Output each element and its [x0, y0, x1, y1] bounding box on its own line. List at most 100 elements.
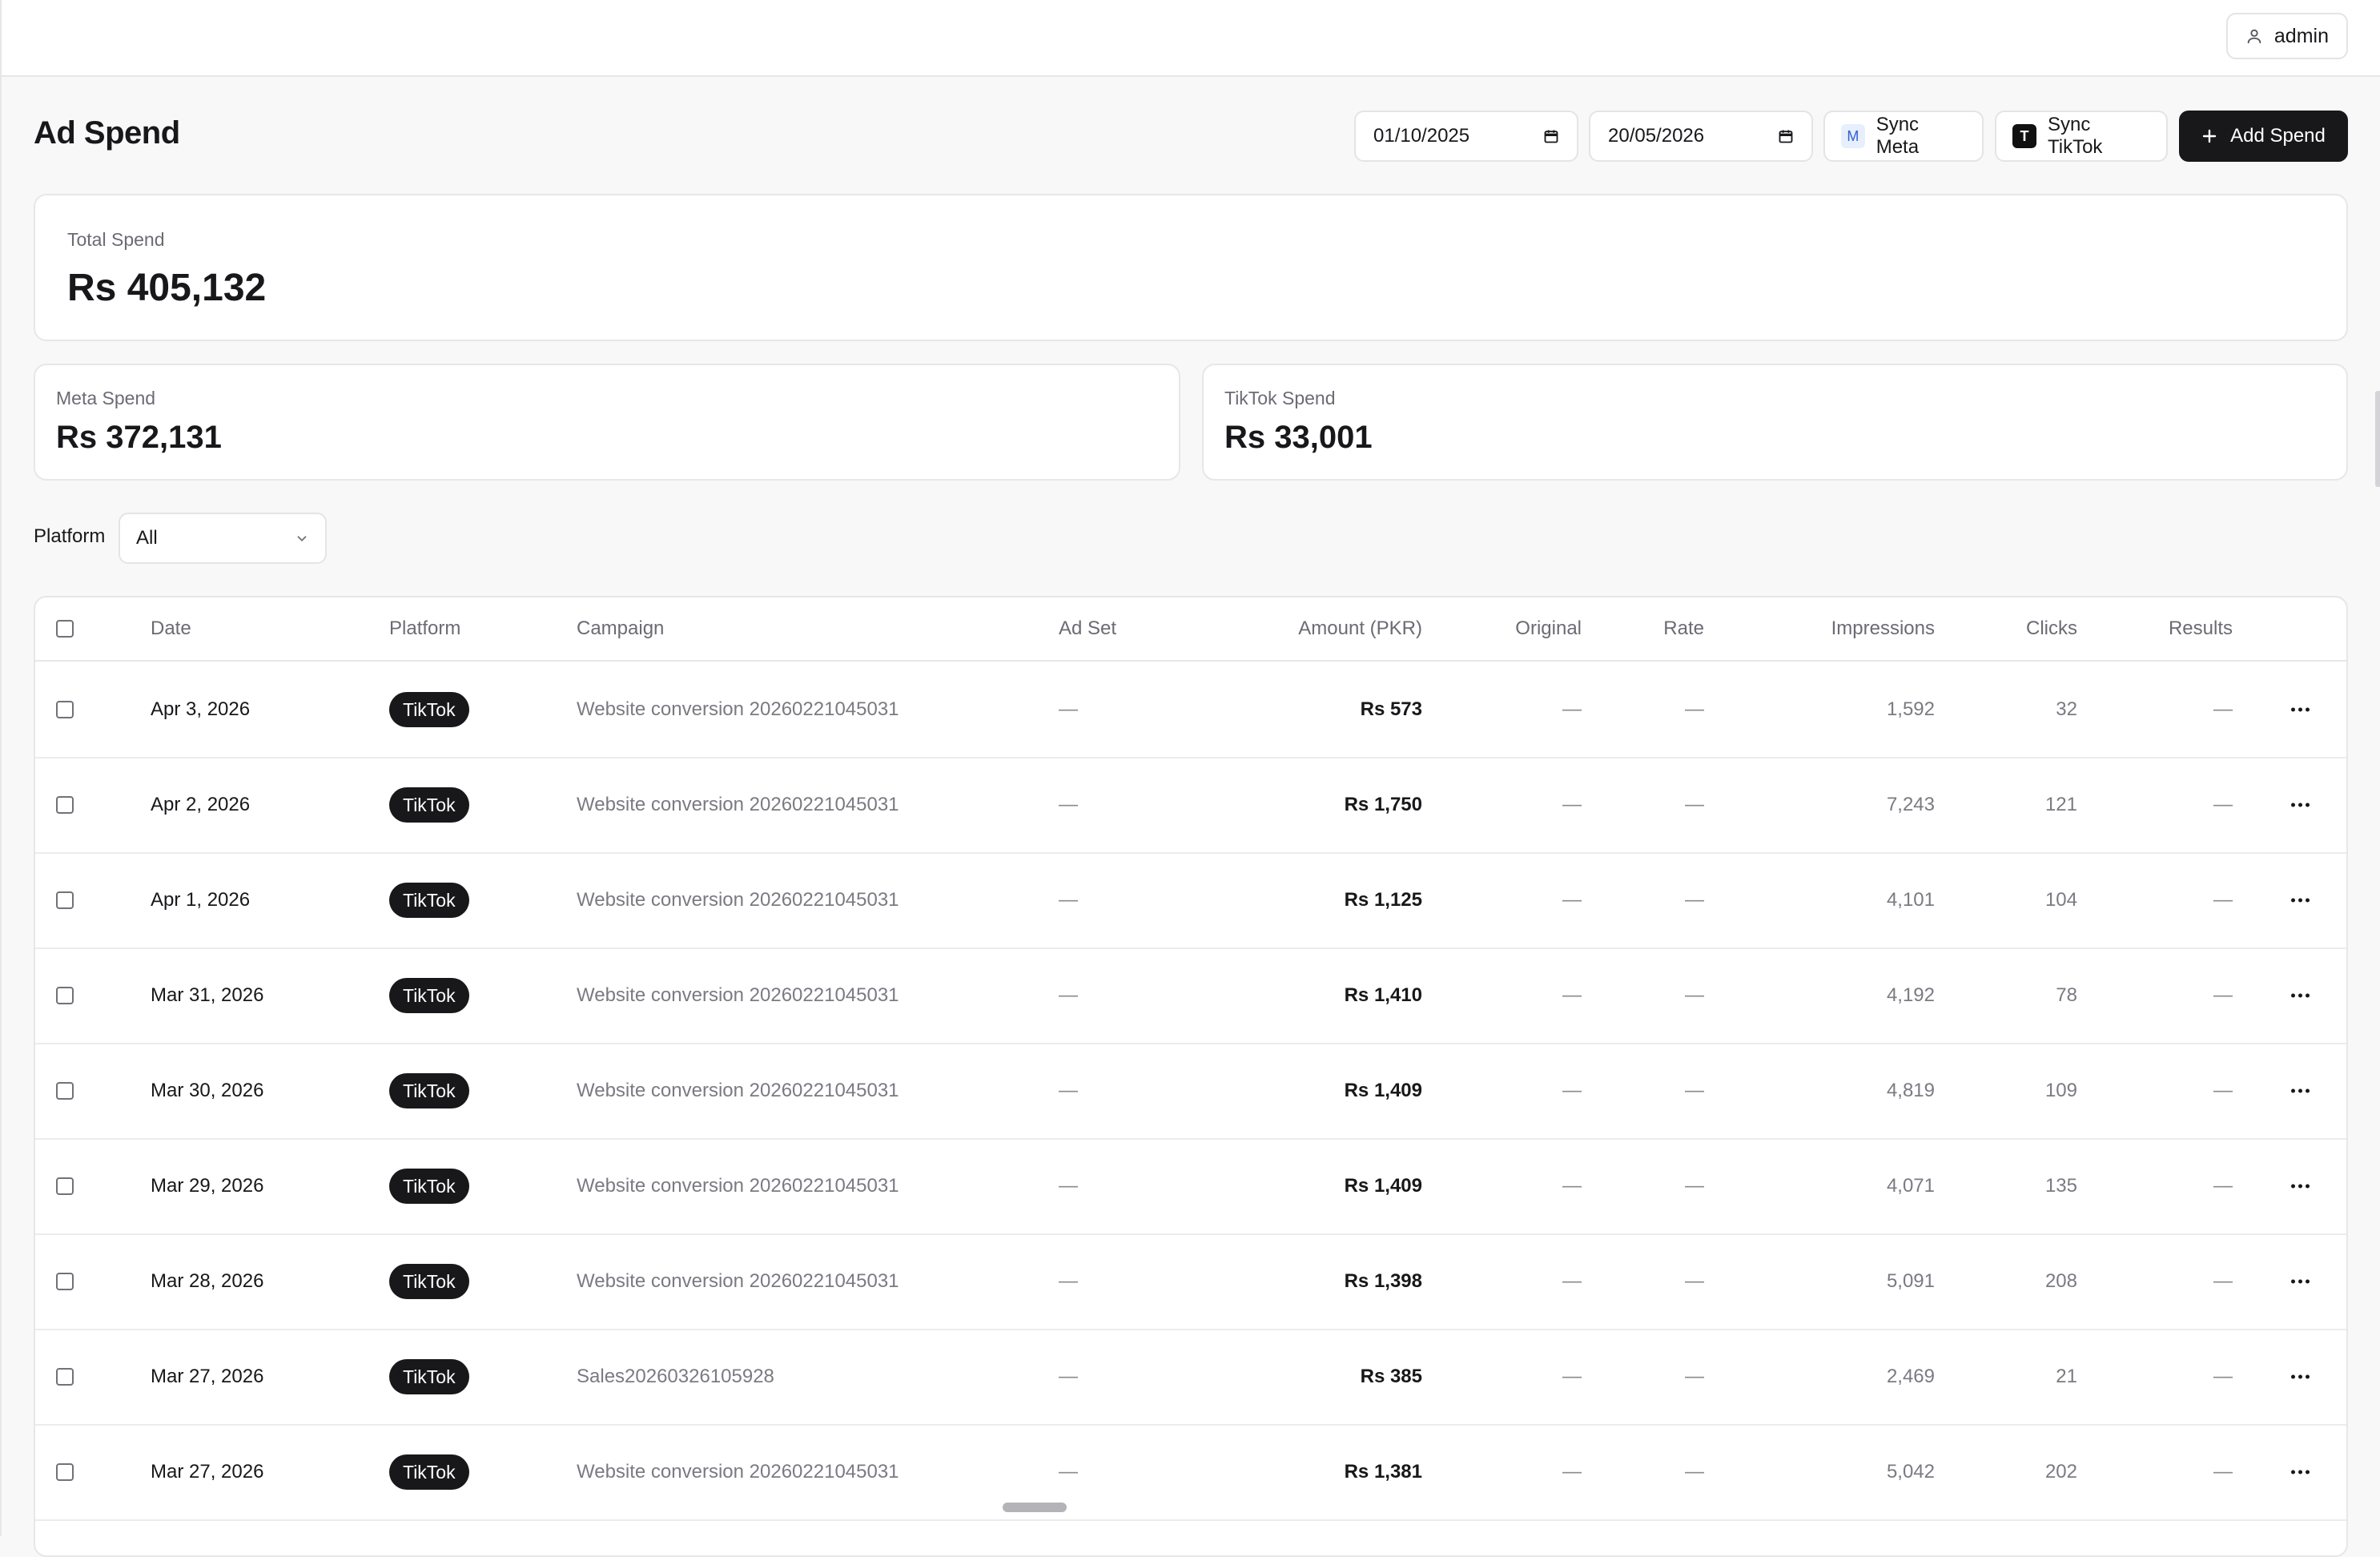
table-row[interactable]: Mar 29, 2026 TikTok Website conversion 202… [35, 1138, 2346, 1235]
row-actions-button[interactable] [2291, 1374, 2310, 1378]
row-actions-button[interactable] [2291, 707, 2310, 711]
checkbox[interactable] [56, 620, 74, 638]
row-actions-button[interactable] [2291, 1088, 2310, 1092]
row-amount: Rs 385 [1360, 1365, 1422, 1387]
checkbox[interactable] [56, 795, 74, 814]
row-actions-button[interactable] [2291, 1279, 2310, 1283]
column-header-amount[interactable]: Amount (PKR) [1298, 618, 1422, 640]
row-date: Apr 1, 2026 [151, 888, 251, 911]
row-clicks: 121 [2044, 793, 2077, 815]
platform-cell: TikTok [389, 1454, 469, 1490]
row-ad-set: — [1059, 793, 1078, 815]
table-row[interactable]: Apr 2, 2026 TikTok Website conversion 2026… [35, 757, 2346, 854]
checkbox[interactable] [56, 1081, 74, 1100]
row-actions-button[interactable] [2291, 898, 2310, 902]
more-horizontal-icon[interactable] [2291, 1184, 2310, 1188]
user-menu-button[interactable]: admin [2225, 13, 2348, 59]
row-checkbox[interactable] [56, 795, 74, 814]
row-results: — [2213, 698, 2233, 720]
row-campaign: Website conversion 20260221045031 [577, 698, 899, 720]
sync-tiktok-button[interactable]: T Sync TikTok [1995, 111, 2168, 162]
table-row[interactable]: Mar 30, 2026 TikTok Website conversion 202… [35, 1043, 2346, 1140]
date-to-input[interactable]: 20/05/2026 [1589, 111, 1813, 162]
column-header-ad-set[interactable]: Ad Set [1059, 618, 1116, 640]
row-original: — [1562, 1460, 1582, 1483]
row-checkbox[interactable] [56, 1462, 74, 1481]
row-checkbox[interactable] [56, 1367, 74, 1386]
row-checkbox[interactable] [56, 1177, 74, 1195]
meta-badge-icon: M [1841, 124, 1865, 148]
meta-spend-value: Rs 372,131 [56, 420, 222, 455]
checkbox[interactable] [56, 700, 74, 718]
row-checkbox[interactable] [56, 700, 74, 718]
row-ad-set: — [1059, 1174, 1078, 1197]
column-header-impressions[interactable]: Impressions [1831, 618, 1935, 640]
checkbox[interactable] [56, 1367, 74, 1386]
column-header-results[interactable]: Results [2169, 618, 2233, 640]
platform-select[interactable]: All [119, 513, 327, 564]
more-horizontal-icon[interactable] [2291, 1470, 2310, 1474]
horizontal-scrollbar[interactable] [1003, 1503, 1067, 1512]
more-horizontal-icon[interactable] [2291, 1374, 2310, 1378]
table-row[interactable]: Mar 27, 2026 TikTok Sales20260326105928 — Rs… [35, 1329, 2346, 1426]
column-header-campaign[interactable]: Campaign [577, 618, 664, 640]
column-header-original[interactable]: Original [1515, 618, 1582, 640]
row-campaign: Website conversion 20260221045031 [577, 1269, 899, 1292]
more-horizontal-icon[interactable] [2291, 803, 2310, 807]
column-header-platform[interactable]: Platform [389, 618, 460, 640]
platform-badge: TikTok [389, 1263, 469, 1299]
column-header-rate[interactable]: Rate [1663, 618, 1704, 640]
table-row[interactable]: Apr 1, 2026 TikTok Website conversion 2026… [35, 852, 2346, 949]
add-spend-button[interactable]: Add Spend [2179, 111, 2348, 162]
column-header-clicks[interactable]: Clicks [2026, 618, 2077, 640]
row-impressions: 5,042 [1886, 1460, 1935, 1483]
checkbox[interactable] [56, 1272, 74, 1290]
row-actions-button[interactable] [2291, 993, 2310, 997]
checkbox[interactable] [56, 1177, 74, 1195]
checkbox[interactable] [56, 891, 74, 909]
more-horizontal-icon[interactable] [2291, 993, 2310, 997]
more-horizontal-icon[interactable] [2291, 898, 2310, 902]
calendar-icon[interactable] [1778, 128, 1794, 144]
platform-badge: TikTok [389, 882, 469, 918]
calendar-icon[interactable] [1543, 128, 1559, 144]
panel-resize-handle[interactable] [2375, 391, 2380, 487]
checkbox[interactable] [56, 986, 74, 1004]
platform-filter-label: Platform [34, 525, 106, 547]
row-checkbox[interactable] [56, 891, 74, 909]
row-actions-button[interactable] [2291, 803, 2310, 807]
row-actions-button[interactable] [2291, 1470, 2310, 1474]
meta-spend-label: Meta Spend [56, 388, 156, 408]
more-horizontal-icon[interactable] [2291, 1088, 2310, 1092]
table-row[interactable]: Apr 3, 2026 TikTok Website conversion 2026… [35, 662, 2346, 758]
tiktok-spend-value: Rs 33,001 [1224, 420, 1373, 455]
sync-meta-button[interactable]: M Sync Meta [1823, 111, 1984, 162]
row-date: Apr 2, 2026 [151, 793, 251, 815]
select-all-checkbox[interactable] [56, 620, 74, 638]
row-ad-set: — [1059, 984, 1078, 1006]
row-checkbox[interactable] [56, 1081, 74, 1100]
row-rate: — [1685, 1269, 1704, 1292]
platform-cell: TikTok [389, 691, 469, 727]
row-checkbox[interactable] [56, 1272, 74, 1290]
checkbox[interactable] [56, 1462, 74, 1481]
spend-table: Date Platform Campaign Ad Set Amount (PK… [34, 596, 2348, 1557]
table-row[interactable]: Mar 31, 2026 TikTok Website conversion 202… [35, 947, 2346, 1044]
table-row[interactable]: Mar 28, 2026 TikTok Website conversion 202… [35, 1233, 2346, 1330]
date-from-input[interactable]: 01/10/2025 [1354, 111, 1578, 162]
platform-cell: TikTok [389, 882, 469, 918]
row-campaign: Website conversion 20260221045031 [577, 984, 899, 1006]
total-spend-card: Total Spend Rs 405,132 [34, 194, 2348, 341]
row-campaign: Website conversion 20260221045031 [577, 1079, 899, 1101]
column-header-date[interactable]: Date [151, 618, 191, 640]
row-checkbox[interactable] [56, 986, 74, 1004]
tiktok-spend-card: TikTok Spend Rs 33,001 [1202, 364, 2348, 481]
date-from-value: 01/10/2025 [1373, 125, 1470, 147]
row-results: — [2213, 793, 2233, 815]
more-horizontal-icon[interactable] [2291, 707, 2310, 711]
row-actions-button[interactable] [2291, 1184, 2310, 1188]
platform-badge: TikTok [389, 691, 469, 727]
table-row[interactable]: Mar 27, 2026 TikTok Website conversion 202… [35, 1424, 2346, 1521]
more-horizontal-icon[interactable] [2291, 1279, 2310, 1283]
row-results: — [2213, 1174, 2233, 1197]
